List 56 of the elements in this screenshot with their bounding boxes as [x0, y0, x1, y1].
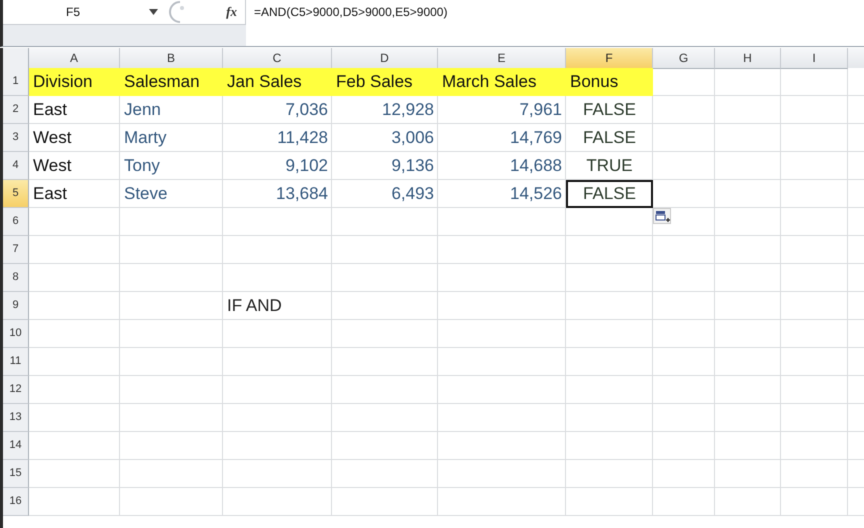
row-header[interactable]: 12: [3, 376, 29, 404]
table-cell-text: Marty: [123, 127, 168, 149]
row-header[interactable]: 2: [3, 96, 29, 124]
row-header[interactable]: 7: [3, 236, 29, 264]
table-cell-text: 3,006: [390, 127, 435, 149]
column-header[interactable]: G: [653, 48, 715, 69]
table-cell-text: 13,684: [275, 183, 329, 205]
row-header[interactable]: 1: [3, 68, 29, 96]
table-cell-text: 9,102: [284, 155, 329, 177]
table-cell-text: East: [32, 183, 68, 205]
row-header[interactable]: 14: [3, 432, 29, 460]
table-cell-text: 14,769: [509, 127, 563, 149]
column-header[interactable]: F: [566, 48, 653, 69]
table-cell-text: East: [32, 99, 68, 121]
table-cell-text: Steve: [123, 183, 168, 205]
table-cell-text: 11,428: [276, 127, 329, 149]
formula-field[interactable]: =AND(C5>9000,D5>9000,E5>9000): [246, 0, 864, 24]
row-header[interactable]: 13: [3, 404, 29, 432]
row-header[interactable]: 4: [3, 152, 29, 180]
column-header[interactable]: H: [715, 48, 781, 69]
table-cell-text: 6,493: [390, 183, 435, 205]
table-cell-text: 14,688: [509, 155, 563, 177]
row-header[interactable]: 9: [3, 292, 29, 320]
table-cell-text: FALSE: [582, 127, 637, 149]
name-box[interactable]: F5: [3, 1, 143, 23]
table-cell: Jan Sales: [223, 68, 332, 96]
table-cell-text: West: [32, 155, 72, 177]
table-cell-text: FALSE: [582, 99, 637, 121]
table-cell: Feb Sales: [332, 68, 438, 96]
table-cell-text: TRUE: [585, 155, 634, 177]
table-cell-text: IF AND: [226, 295, 283, 317]
row-header[interactable]: 10: [3, 320, 29, 348]
row-header[interactable]: 6: [3, 208, 29, 236]
table-cell-text: 7,961: [518, 99, 563, 121]
insert-function-button[interactable]: fx: [226, 4, 237, 20]
table-cell: FALSE: [566, 180, 653, 208]
table-cell: Division: [29, 68, 120, 96]
table-cell: Bonus: [566, 68, 653, 96]
table-cell-text: 14,526: [509, 183, 563, 205]
table-cell: Salesman: [120, 68, 223, 96]
caret-icon[interactable]: [149, 9, 158, 15]
column-header[interactable]: I: [781, 48, 848, 69]
table-cell-text: Jenn: [123, 99, 162, 121]
table-cell-text: 12,928: [381, 99, 435, 121]
row-header[interactable]: 11: [3, 348, 29, 376]
row-header[interactable]: 5: [3, 180, 29, 208]
row-header[interactable]: 3: [3, 124, 29, 152]
table-cell: March Sales: [438, 68, 566, 96]
table-cell-text: Tony: [123, 155, 161, 177]
row-header[interactable]: 15: [3, 460, 29, 488]
row-header[interactable]: 8: [3, 264, 29, 292]
table-cell-text: 7,036: [284, 99, 329, 121]
paste-options-icon[interactable]: [653, 208, 671, 224]
table-cell-text: West: [32, 127, 72, 149]
row-header[interactable]: 16: [3, 488, 29, 516]
table-cell-text: 9,136: [390, 155, 435, 177]
